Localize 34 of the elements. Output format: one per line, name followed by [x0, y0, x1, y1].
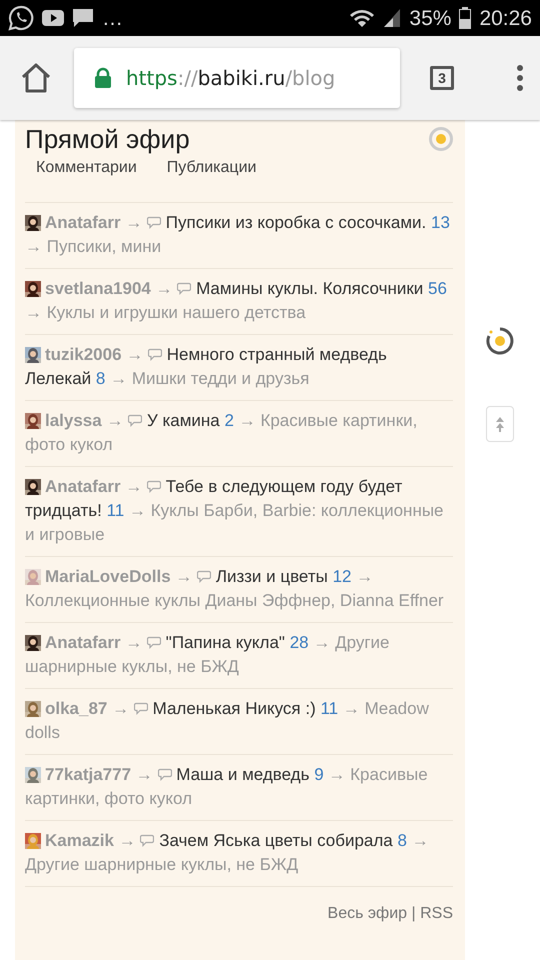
comment-entry[interactable]: lalyssa → У камина 2 → Красивые картинки, фото кукол: [25, 409, 453, 457]
lock-icon: [94, 67, 112, 89]
rss-link[interactable]: RSS: [420, 905, 453, 922]
signal-icon: [383, 8, 402, 28]
comment-entry[interactable]: Kamazik → Зачем Яська цветы собирала 8 → Другие шарнирные куклы, не БЖД: [25, 829, 453, 877]
comment-entry[interactable]: olka_87 → Маленькая Никуся :) 11 → Meadow dolls: [25, 697, 453, 745]
menu-icon[interactable]: [516, 64, 524, 92]
feed-tab[interactable]: Публикации: [166, 158, 256, 182]
comment-entry[interactable]: tuzik2006 → Немного странный медведь Лелекай 8 → Мишки тедди и друзья: [25, 343, 453, 391]
more-notifications-text: …: [102, 8, 123, 28]
separator-text: |: [411, 905, 416, 922]
whatsapp-icon: [8, 5, 34, 31]
battery-icon: [459, 7, 472, 29]
address-bar[interactable]: https://babiki.ru/blog: [74, 48, 400, 108]
feed-tab[interactable]: Комментарии: [36, 158, 137, 182]
clock-time: 20:26: [479, 8, 532, 28]
comment-entry[interactable]: MariaLoveDolls → Лиззи и цветы 12 → Коллекционные куклы Дианы Эффнер, Dianna Effner: [25, 565, 453, 613]
comment-entry[interactable]: Anatafarr → Тебе в следующем году будет тридцать! 11 → Куклы Барби, Barbie: коллекционные и игровые: [25, 475, 453, 547]
wifi-icon: [349, 7, 376, 29]
loading-icon: [485, 326, 515, 356]
comment-entry[interactable]: svetlana1904 → Мамины куклы. Колясочники 56 → Куклы и игрушки нашего детства: [25, 277, 453, 325]
double-up-arrow-icon: [495, 416, 505, 432]
video-play-icon: [42, 9, 64, 27]
home-icon[interactable]: [20, 63, 52, 93]
battery-percent: 35%: [409, 8, 452, 28]
widget-title: Прямой эфир: [25, 124, 190, 154]
message-icon: [72, 7, 94, 29]
loading-icon: [429, 127, 453, 151]
comment-entry[interactable]: Anatafarr → "Папина кукла" 28 → Другие шарнирные куклы, не БЖД: [25, 631, 453, 679]
comment-entry[interactable]: Anatafarr → Пупсики из коробка с сосочками. 13 → Пупсики, мини: [25, 211, 453, 259]
comment-entry[interactable]: 77katja777 → Маша и медведь 9 → Красивые картинки, фото кукол: [25, 763, 453, 811]
tab-count-button[interactable]: 3: [430, 66, 454, 90]
url-text: https://babiki.ru/blog: [126, 66, 336, 90]
all-feed-link[interactable]: Весь эфир: [328, 905, 408, 922]
